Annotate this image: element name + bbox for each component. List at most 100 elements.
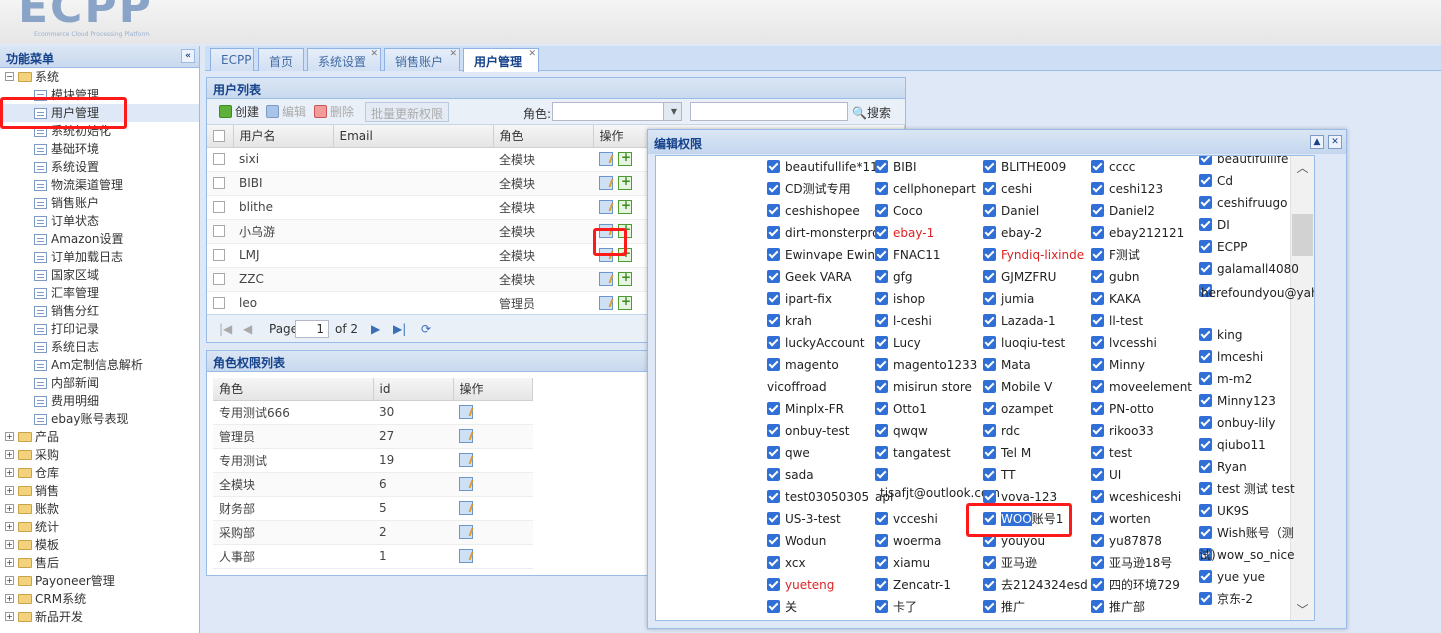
- expand-icon[interactable]: +: [5, 450, 14, 459]
- permission-item[interactable]: m-m2: [1199, 370, 1252, 388]
- permission-item[interactable]: beautifullife*11: [767, 158, 878, 176]
- checkbox-checked-icon[interactable]: [767, 314, 780, 327]
- search-input[interactable]: [690, 102, 848, 121]
- refresh-icon[interactable]: ⟳: [421, 322, 431, 336]
- permission-item[interactable]: 卡了: [875, 598, 917, 616]
- permission-item[interactable]: Daniel2: [1091, 202, 1155, 220]
- checkbox-checked-icon[interactable]: [767, 160, 780, 173]
- checkbox-checked-icon[interactable]: [983, 578, 996, 591]
- checkbox-checked-icon[interactable]: [875, 424, 888, 437]
- permission-item[interactable]: ll-test: [1091, 312, 1143, 330]
- checkbox-checked-icon[interactable]: [875, 556, 888, 569]
- checkbox-checked-icon[interactable]: [767, 182, 780, 195]
- checkbox-checked-icon[interactable]: [767, 424, 780, 437]
- permission-item[interactable]: PN-otto: [1091, 400, 1154, 418]
- permission-item[interactable]: rdc: [983, 422, 1020, 440]
- permission-item[interactable]: ceshishopee: [767, 202, 860, 220]
- permission-item[interactable]: ozampet: [983, 400, 1053, 418]
- permission-item[interactable]: UI: [1091, 466, 1121, 484]
- checkbox-checked-icon[interactable]: [1091, 468, 1104, 481]
- tab-close-icon[interactable]: ✕: [449, 49, 457, 59]
- tree-item[interactable]: 销售账户: [0, 194, 199, 212]
- permission-item[interactable]: onbuy-lily: [1199, 414, 1276, 432]
- checkbox-checked-icon[interactable]: [875, 160, 888, 173]
- checkbox-checked-icon[interactable]: [1199, 416, 1212, 429]
- checkbox-checked-icon[interactable]: [875, 512, 888, 525]
- checkbox-checked-icon[interactable]: [875, 226, 888, 239]
- permission-item[interactable]: Wodun: [767, 532, 826, 550]
- permission-item[interactable]: 四的环境729: [1091, 576, 1180, 594]
- checkbox-checked-icon[interactable]: [1199, 504, 1212, 517]
- tree-item[interactable]: 订单加载日志: [0, 248, 199, 266]
- checkbox-checked-icon[interactable]: [875, 468, 888, 481]
- checkbox-checked-icon[interactable]: [1091, 358, 1104, 371]
- checkbox-checked-icon[interactable]: [983, 424, 996, 437]
- row-checkbox[interactable]: [213, 249, 225, 261]
- permission-item[interactable]: worten: [1091, 510, 1151, 528]
- tab-close-icon[interactable]: ✕: [370, 49, 378, 59]
- checkbox-checked-icon[interactable]: [983, 270, 996, 283]
- permission-item[interactable]: krah: [767, 312, 812, 330]
- edit-icon[interactable]: [459, 477, 473, 491]
- checkbox-checked-icon[interactable]: [1199, 262, 1212, 275]
- tree-folder[interactable]: + 采购: [0, 446, 199, 464]
- checkbox-checked-icon[interactable]: [983, 600, 996, 613]
- column-header[interactable]: Email: [333, 125, 494, 148]
- checkbox-checked-icon[interactable]: [767, 490, 780, 503]
- checkbox-checked-icon[interactable]: [767, 402, 780, 415]
- checkbox-checked-icon[interactable]: [875, 248, 888, 261]
- permission-item[interactable]: 亚马逊18号: [1091, 554, 1172, 572]
- checkbox-checked-icon[interactable]: [1091, 556, 1104, 569]
- checkbox-checked-icon[interactable]: [875, 380, 888, 393]
- scroll-up-icon[interactable]: ︿: [1291, 156, 1314, 180]
- edit-icon[interactable]: [459, 453, 473, 467]
- checkbox-checked-icon[interactable]: [1091, 292, 1104, 305]
- permission-item[interactable]: xiamu: [875, 554, 930, 572]
- tree-folder[interactable]: − 系统: [0, 68, 199, 86]
- next-page-icon[interactable]: ▶: [371, 322, 380, 336]
- column-header[interactable]: id: [373, 378, 454, 401]
- permission-item[interactable]: Cd: [1199, 172, 1233, 190]
- permission-item[interactable]: xcx: [767, 554, 806, 572]
- checkbox-checked-icon[interactable]: [1199, 482, 1212, 495]
- permission-item[interactable]: galamall4080: [1199, 260, 1299, 278]
- tree-item[interactable]: Am定制信息解析: [0, 356, 199, 374]
- checkbox-checked-icon[interactable]: [767, 512, 780, 525]
- permission-item[interactable]: test 测试 test: [1199, 480, 1295, 498]
- checkbox-checked-icon[interactable]: [875, 446, 888, 459]
- checkbox-checked-icon[interactable]: [1199, 328, 1212, 341]
- prev-page-icon[interactable]: ◀: [243, 322, 252, 336]
- edit-icon[interactable]: [459, 405, 473, 419]
- checkbox-checked-icon[interactable]: [1199, 156, 1212, 165]
- permission-item[interactable]: qwe: [767, 444, 810, 462]
- scroll-down-icon[interactable]: ﹀: [1291, 598, 1314, 620]
- permission-item[interactable]: TT: [983, 466, 1015, 484]
- checkbox-checked-icon[interactable]: [767, 226, 780, 239]
- permission-item[interactable]: DI: [1199, 216, 1230, 234]
- checkbox-checked-icon[interactable]: [767, 336, 780, 349]
- row-checkbox[interactable]: [213, 201, 225, 213]
- row-checkbox[interactable]: [213, 225, 225, 237]
- checkbox-checked-icon[interactable]: [983, 336, 996, 349]
- permission-item[interactable]: Otto1: [875, 400, 927, 418]
- tree-item[interactable]: Amazon设置: [0, 230, 199, 248]
- column-header[interactable]: 角色: [493, 125, 594, 148]
- select-all-header[interactable]: [207, 125, 234, 148]
- collapse-icon[interactable]: −: [5, 72, 14, 81]
- checkbox-checked-icon[interactable]: [1091, 270, 1104, 283]
- permission-item[interactable]: Wish账号（测: [1199, 524, 1294, 542]
- tree-folder[interactable]: + 销售: [0, 482, 199, 500]
- permission-item[interactable]: [875, 466, 893, 484]
- tree-item[interactable]: 销售分红: [0, 302, 199, 320]
- checkbox-checked-icon[interactable]: [983, 556, 996, 569]
- checkbox-checked-icon[interactable]: [875, 402, 888, 415]
- row-checkbox[interactable]: [213, 177, 225, 189]
- permission-item[interactable]: Fyndiq-lixinde: [983, 246, 1084, 264]
- expand-icon[interactable]: +: [5, 504, 14, 513]
- checkbox-checked-icon[interactable]: [767, 468, 780, 481]
- row-select-cell[interactable]: [207, 219, 233, 244]
- page-number-input[interactable]: 1: [295, 320, 329, 338]
- checkbox-checked-icon[interactable]: [767, 204, 780, 217]
- checkbox-checked-icon[interactable]: [1091, 402, 1104, 415]
- edit-icon[interactable]: [459, 429, 473, 443]
